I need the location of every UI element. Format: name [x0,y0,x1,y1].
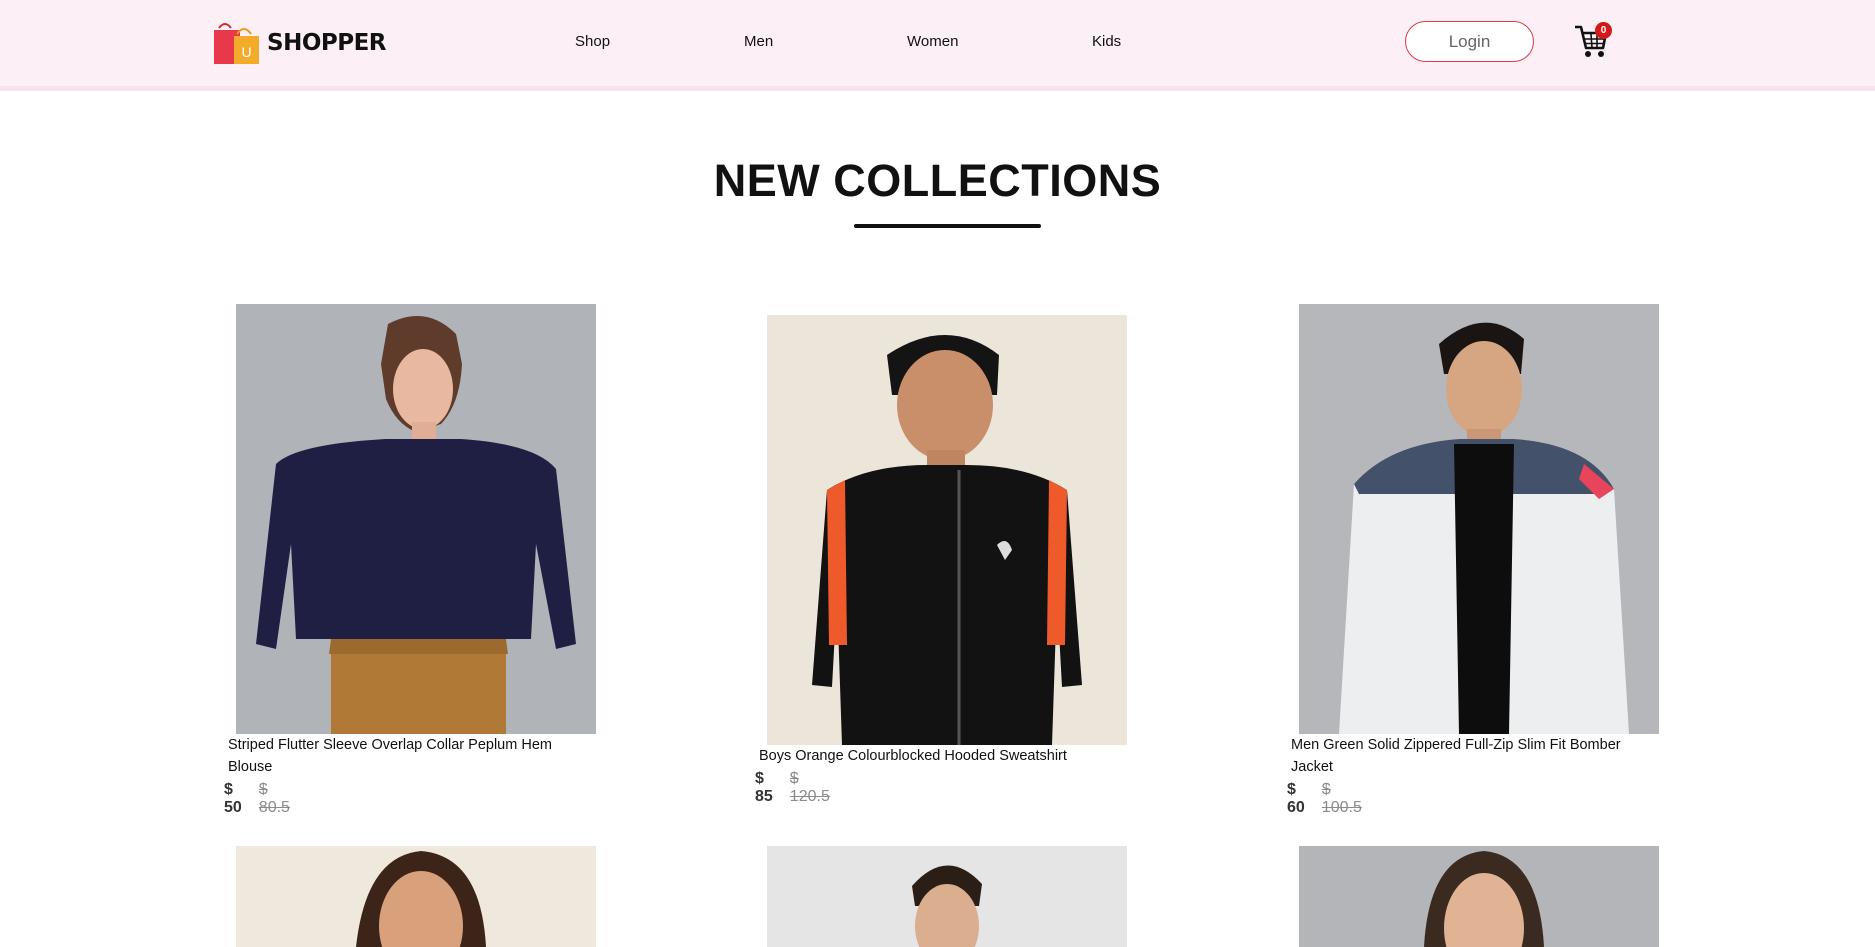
brand-name: SHOPPER [267,30,387,56]
new-price: $ 60 [1287,781,1305,816]
svg-text:U: U [241,44,251,60]
price-row: $ 60 $ 100.5 [1287,781,1362,817]
section-title: NEW COLLECTIONS [713,155,1162,206]
title-underline [854,224,1041,228]
product-name[interactable]: Boys Orange Colourblocked Hooded Sweatsh… [759,745,1119,767]
shopping-bag-icon: U [213,20,261,66]
new-price: $ 85 [755,770,773,805]
nav-item-men[interactable]: Men [744,33,773,50]
new-price: $ 50 [224,781,242,816]
price-row: $ 50 $ 80.5 [224,781,290,817]
product-name[interactable]: Men Green Solid Zippered Full-Zip Slim F… [1291,734,1651,778]
nav-item-shop[interactable]: Shop [575,33,610,50]
product-image[interactable] [767,846,1127,947]
old-price: $ 120.5 [789,770,830,805]
brand-logo[interactable]: U SHOPPER [213,20,387,66]
old-price: $ 100.5 [1321,781,1362,816]
product-image[interactable] [767,315,1127,745]
login-button[interactable]: Login [1405,21,1534,62]
product-image[interactable] [236,846,596,947]
navbar: U SHOPPER Shop Men Women Kids Login 0 [0,0,1875,91]
nav-item-women[interactable]: Women [907,33,958,50]
cart-count-badge: 0 [1595,22,1612,39]
product-image[interactable] [1299,846,1659,947]
product-name[interactable]: Striped Flutter Sleeve Overlap Collar Pe… [228,734,588,778]
product-image[interactable] [1299,304,1659,734]
old-price: $ 80.5 [258,781,290,816]
price-row: $ 85 $ 120.5 [755,770,830,806]
nav-item-kids[interactable]: Kids [1092,33,1121,50]
product-image[interactable] [236,304,596,734]
